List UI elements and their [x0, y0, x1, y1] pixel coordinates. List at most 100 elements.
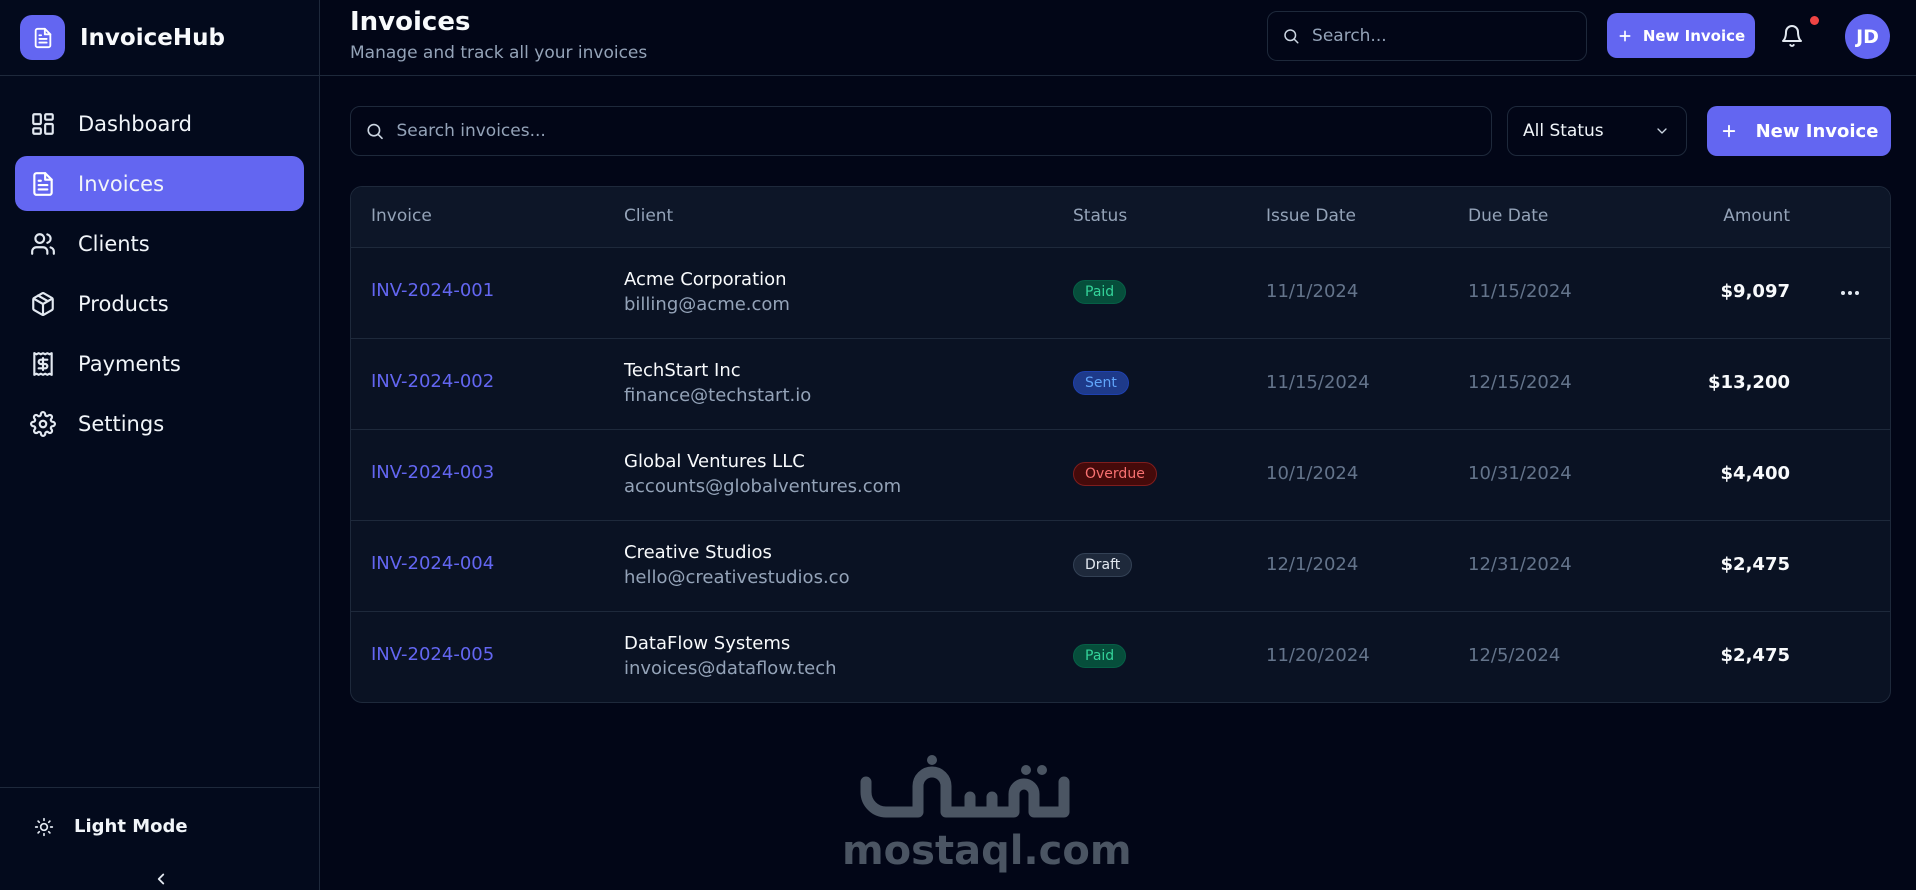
sidebar-item-label: Clients — [78, 231, 150, 256]
page-title: Invoices — [350, 7, 471, 37]
client-name: Acme Corporation — [624, 269, 787, 290]
sidebar-item-settings[interactable]: Settings — [15, 396, 304, 451]
invoice-number-link[interactable]: INV-2024-001 — [371, 280, 494, 301]
header-new-invoice-button[interactable]: New Invoice — [1607, 13, 1755, 58]
sidebar-item-products[interactable]: Products — [15, 276, 304, 331]
page-subtitle: Manage and track all your invoices — [350, 43, 648, 63]
sidebar-item-dashboard[interactable]: Dashboard — [15, 96, 304, 151]
due-date: 11/15/2024 — [1468, 281, 1572, 302]
due-date: 12/31/2024 — [1468, 554, 1572, 575]
topbar: Invoices Manage and track all your invoi… — [320, 0, 1916, 76]
status-badge: Sent — [1073, 371, 1129, 395]
due-date: 12/5/2024 — [1468, 645, 1561, 666]
status-badge: Draft — [1073, 553, 1133, 577]
avatar[interactable]: JD — [1845, 14, 1890, 59]
new-invoice-label: New Invoice — [1755, 120, 1879, 142]
users-icon — [31, 232, 55, 255]
logo-file-icon — [20, 15, 65, 60]
table-row[interactable]: INV-2024-004 Creative Studios hello@crea… — [351, 521, 1890, 612]
client-name: Global Ventures LLC — [624, 451, 805, 472]
invoices-table: Invoice Client Status Issue Date Due Dat… — [350, 186, 1891, 703]
amount: $9,097 — [1720, 281, 1790, 302]
light-mode-label: Light Mode — [74, 816, 188, 837]
table-row[interactable]: INV-2024-003 Global Ventures LLC account… — [351, 430, 1890, 521]
search-icon — [367, 123, 383, 140]
client-email: billing@acme.com — [624, 294, 790, 315]
column-header-issue-date[interactable]: Issue Date — [1266, 206, 1356, 226]
sidebar-nav: Dashboard Invoices Clients Products Paym… — [0, 76, 319, 451]
sidebar-item-clients[interactable]: Clients — [15, 216, 304, 271]
sidebar-item-label: Products — [78, 291, 169, 316]
receipt-icon — [33, 351, 53, 376]
chevron-down-icon — [1657, 128, 1667, 134]
header-search-input[interactable] — [1312, 26, 1586, 46]
watermark: mostaql.com — [842, 752, 1132, 874]
amount: $2,475 — [1720, 554, 1790, 575]
column-header-invoice[interactable]: Invoice — [371, 206, 432, 226]
amount: $13,200 — [1708, 372, 1790, 393]
client-email: accounts@globalventures.com — [624, 476, 902, 497]
table-row[interactable]: INV-2024-005 DataFlow Systems invoices@d… — [351, 612, 1890, 702]
issue-date: 11/1/2024 — [1266, 281, 1359, 302]
due-date: 12/15/2024 — [1468, 372, 1572, 393]
chevron-left-icon[interactable] — [152, 870, 170, 888]
table-row[interactable]: INV-2024-002 TechStart Inc finance@techs… — [351, 339, 1890, 430]
invoice-number-link[interactable]: INV-2024-003 — [371, 462, 494, 483]
column-header-status[interactable]: Status — [1073, 206, 1127, 226]
invoice-search[interactable] — [350, 106, 1492, 156]
invoice-number-link[interactable]: INV-2024-004 — [371, 553, 494, 574]
client-email: hello@creativestudios.co — [624, 567, 850, 588]
invoice-search-input[interactable] — [396, 121, 1491, 141]
invoice-number-link[interactable]: INV-2024-002 — [371, 371, 494, 392]
client-name: TechStart Inc — [624, 360, 741, 381]
status-badge: Paid — [1073, 280, 1127, 304]
invoice-number-link[interactable]: INV-2024-005 — [371, 644, 494, 665]
app-name: InvoiceHub — [80, 24, 225, 51]
new-invoice-button[interactable]: New Invoice — [1707, 106, 1891, 156]
due-date: 10/31/2024 — [1468, 463, 1572, 484]
search-icon — [1284, 29, 1299, 44]
light-mode-toggle[interactable]: Light Mode — [0, 816, 320, 837]
issue-date: 11/15/2024 — [1266, 372, 1370, 393]
status-badge: Overdue — [1073, 462, 1157, 486]
sun-icon — [34, 817, 54, 836]
sidebar-item-invoices[interactable]: Invoices — [15, 156, 304, 211]
bell-icon[interactable] — [1780, 24, 1804, 48]
sidebar-item-label: Dashboard — [78, 111, 192, 136]
notification-dot — [1810, 16, 1819, 25]
client-name: DataFlow Systems — [624, 633, 791, 654]
issue-date: 11/20/2024 — [1266, 645, 1370, 666]
brand: InvoiceHub — [0, 0, 319, 76]
sidebar-item-label: Settings — [78, 411, 165, 436]
header-search[interactable] — [1267, 11, 1587, 61]
watermark-logo — [860, 755, 1070, 818]
status-filter-select[interactable]: All Status — [1507, 106, 1687, 156]
amount: $2,475 — [1720, 645, 1790, 666]
file-icon — [33, 171, 53, 196]
sidebar-item-label: Payments — [78, 351, 181, 376]
client-name: Creative Studios — [624, 542, 772, 563]
client-email: invoices@dataflow.tech — [624, 658, 837, 679]
client-email: finance@techstart.io — [624, 385, 812, 406]
table-header: Invoice Client Status Issue Date Due Dat… — [351, 187, 1890, 248]
issue-date: 10/1/2024 — [1266, 463, 1359, 484]
table-row[interactable]: INV-2024-001 Acme Corporation billing@ac… — [351, 248, 1890, 339]
watermark-text: mostaql.com — [842, 828, 1132, 874]
issue-date: 12/1/2024 — [1266, 554, 1359, 575]
plus-icon — [1722, 124, 1735, 138]
header-new-invoice-label: New Invoice — [1642, 26, 1746, 45]
column-header-due-date[interactable]: Due Date — [1468, 206, 1548, 226]
column-header-client[interactable]: Client — [624, 206, 673, 226]
sidebar-item-payments[interactable]: Payments — [15, 336, 304, 391]
box-icon — [32, 291, 54, 316]
sidebar: InvoiceHub Dashboard Invoices Clients Pr… — [0, 0, 320, 890]
status-filter-value: All Status — [1523, 121, 1604, 141]
sidebar-footer: Light Mode — [0, 787, 320, 890]
status-badge: Paid — [1073, 644, 1127, 668]
more-options-icon[interactable] — [1838, 283, 1862, 303]
gear-icon — [30, 410, 56, 437]
sidebar-item-label: Invoices — [78, 171, 165, 196]
column-header-amount[interactable]: Amount — [1723, 206, 1790, 226]
amount: $4,400 — [1720, 463, 1790, 484]
plus-icon — [1619, 30, 1631, 41]
